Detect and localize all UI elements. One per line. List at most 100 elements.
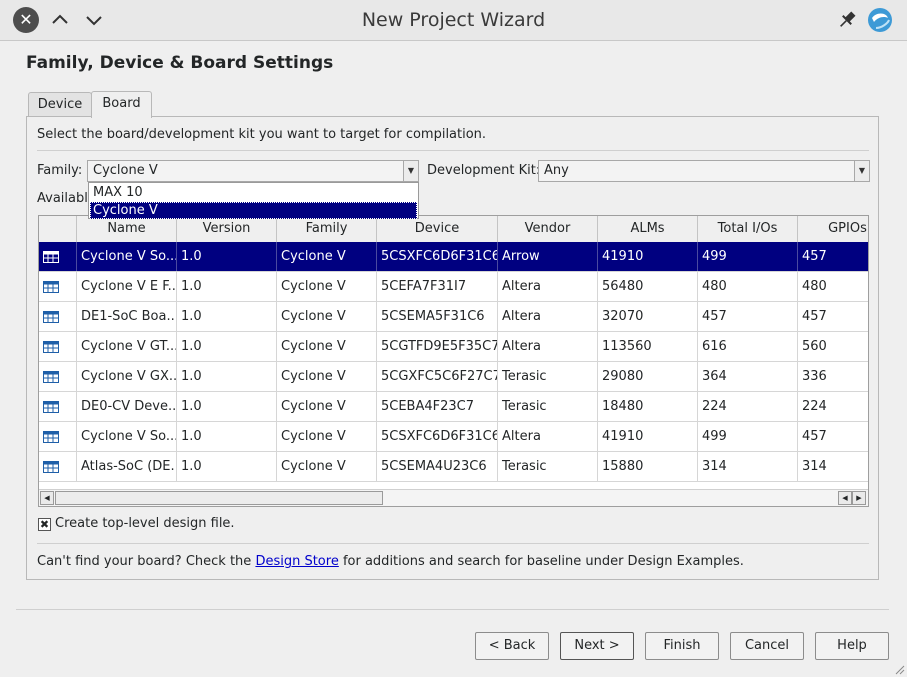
scroll-right-icon[interactable]: ▶: [852, 491, 866, 505]
table-cell-gpios: 560: [798, 332, 868, 361]
table-cell-alms: 18480: [598, 392, 698, 421]
available-boards-label: Availabl: [37, 191, 88, 206]
dropdown-option-max10[interactable]: MAX 10: [90, 184, 417, 201]
board-icon: [43, 281, 59, 293]
column-header-version[interactable]: Version: [177, 216, 277, 242]
create-toplevel-label: Create top-level design file.: [55, 516, 235, 531]
table-cell-alms: 56480: [598, 272, 698, 301]
divider: [37, 543, 869, 544]
board-help-note: Can't find your board? Check the Design …: [37, 554, 744, 569]
scroll-left-icon[interactable]: ◀: [40, 491, 54, 505]
table-cell-alms: 113560: [598, 332, 698, 361]
column-header-alms[interactable]: ALMs: [598, 216, 698, 242]
table-cell-name: Atlas-SoC (DE...: [77, 452, 177, 481]
table-cell-vendor: Altera: [498, 422, 598, 451]
table-row[interactable]: DE0-CV Deve... 1.0 Cyclone V 5CEBA4F23C7 Ter…: [39, 392, 868, 422]
boards-table: Name Version Family Device Vendor ALMs T…: [38, 215, 869, 507]
table-cell-vendor: Altera: [498, 302, 598, 331]
table-row[interactable]: DE1-SoC Boa... 1.0 Cyclone V 5CSEMA5F31C6 Al…: [39, 302, 868, 332]
table-cell-icon: [39, 302, 77, 331]
table-cell-total-ios: 616: [698, 332, 798, 361]
chevron-down-icon[interactable]: ▼: [854, 161, 869, 181]
tab-board[interactable]: Board: [91, 91, 152, 118]
table-row[interactable]: Cyclone V E F... 1.0 Cyclone V 5CEFA7F31I7 A…: [39, 272, 868, 302]
create-toplevel-checkbox[interactable]: ✖: [38, 518, 51, 531]
column-header-vendor[interactable]: Vendor: [498, 216, 598, 242]
table-cell-device: 5CGXFC5C6F27C7: [377, 362, 498, 391]
column-header-family[interactable]: Family: [277, 216, 377, 242]
back-button[interactable]: < Back: [475, 632, 549, 660]
table-cell-name: Cyclone V GT...: [77, 332, 177, 361]
table-cell-vendor: Terasic: [498, 362, 598, 391]
table-cell-gpios: 457: [798, 422, 868, 451]
table-row[interactable]: Atlas-SoC (DE... 1.0 Cyclone V 5CSEMA4U23C6…: [39, 452, 868, 482]
table-header: Name Version Family Device Vendor ALMs T…: [39, 216, 868, 243]
finish-button[interactable]: Finish: [645, 632, 719, 660]
chevron-down-icon[interactable]: ▼: [403, 161, 418, 181]
table-cell-version: 1.0: [177, 362, 277, 391]
resize-grip-icon[interactable]: [895, 665, 905, 675]
table-cell-gpios: 224: [798, 392, 868, 421]
horizontal-scrollbar[interactable]: ◀ ◀ ▶: [39, 489, 868, 506]
table-cell-name: Cyclone V E F...: [77, 272, 177, 301]
column-header-name[interactable]: Name: [77, 216, 177, 242]
board-icon: [43, 341, 59, 353]
pin-icon[interactable]: [835, 8, 859, 32]
devkit-combobox[interactable]: Any ▼: [538, 160, 870, 182]
table-cell-total-ios: 499: [698, 242, 798, 271]
table-cell-family: Cyclone V: [277, 332, 377, 361]
table-cell-version: 1.0: [177, 332, 277, 361]
board-icon: [43, 401, 59, 413]
design-store-link[interactable]: Design Store: [255, 554, 338, 569]
table-cell-device: 5CEFA7F31I7: [377, 272, 498, 301]
table-cell-family: Cyclone V: [277, 302, 377, 331]
table-cell-total-ios: 499: [698, 422, 798, 451]
family-combobox[interactable]: Cyclone V ▼: [87, 160, 419, 182]
table-cell-version: 1.0: [177, 392, 277, 421]
table-cell-name: DE0-CV Deve...: [77, 392, 177, 421]
table-cell-family: Cyclone V: [277, 272, 377, 301]
board-icon: [43, 311, 59, 323]
devkit-label: Development Kit:: [427, 163, 541, 178]
board-icon: [43, 461, 59, 473]
column-header-icon[interactable]: [39, 216, 77, 242]
table-cell-vendor: Altera: [498, 332, 598, 361]
table-cell-alms: 41910: [598, 242, 698, 271]
table-cell-total-ios: 364: [698, 362, 798, 391]
table-cell-name: Cyclone V So...: [77, 422, 177, 451]
table-cell-total-ios: 224: [698, 392, 798, 421]
table-cell-device: 5CEBA4F23C7: [377, 392, 498, 421]
column-header-device[interactable]: Device: [377, 216, 498, 242]
column-header-gpios[interactable]: GPIOs: [798, 216, 868, 242]
table-cell-alms: 29080: [598, 362, 698, 391]
table-cell-version: 1.0: [177, 452, 277, 481]
scrollbar-thumb[interactable]: [55, 491, 383, 505]
cancel-button[interactable]: Cancel: [730, 632, 804, 660]
table-cell-device: 5CSEMA4U23C6: [377, 452, 498, 481]
devkit-combobox-value: Any: [544, 163, 569, 178]
dropdown-option-cyclone-v[interactable]: Cyclone V: [90, 202, 417, 219]
board-icon: [43, 371, 59, 383]
table-row[interactable]: Cyclone V So... 1.0 Cyclone V 5CSXFC6D6F31C…: [39, 242, 868, 272]
table-cell-version: 1.0: [177, 272, 277, 301]
next-button[interactable]: Next >: [560, 632, 634, 660]
table-cell-family: Cyclone V: [277, 422, 377, 451]
scroll-left-icon[interactable]: ◀: [838, 491, 852, 505]
column-header-total-ios[interactable]: Total I/Os: [698, 216, 798, 242]
note-prefix: Can't find your board? Check the: [37, 554, 256, 569]
table-cell-icon: [39, 332, 77, 361]
help-button[interactable]: Help: [815, 632, 889, 660]
window-title: New Project Wizard: [361, 9, 546, 31]
tab-device[interactable]: Device: [28, 92, 92, 117]
table-cell-version: 1.0: [177, 242, 277, 271]
table-cell-icon: [39, 392, 77, 421]
table-row[interactable]: Cyclone V So... 1.0 Cyclone V 5CSXFC6D6F31C…: [39, 422, 868, 452]
table-cell-family: Cyclone V: [277, 392, 377, 421]
table-cell-name: Cyclone V So...: [77, 242, 177, 271]
table-cell-family: Cyclone V: [277, 242, 377, 271]
table-cell-icon: [39, 242, 77, 271]
table-row[interactable]: Cyclone V GX... 1.0 Cyclone V 5CGXFC5C6F27C…: [39, 362, 868, 392]
table-cell-icon: [39, 422, 77, 451]
table-cell-version: 1.0: [177, 302, 277, 331]
table-row[interactable]: Cyclone V GT... 1.0 Cyclone V 5CGTFD9E5F35C…: [39, 332, 868, 362]
